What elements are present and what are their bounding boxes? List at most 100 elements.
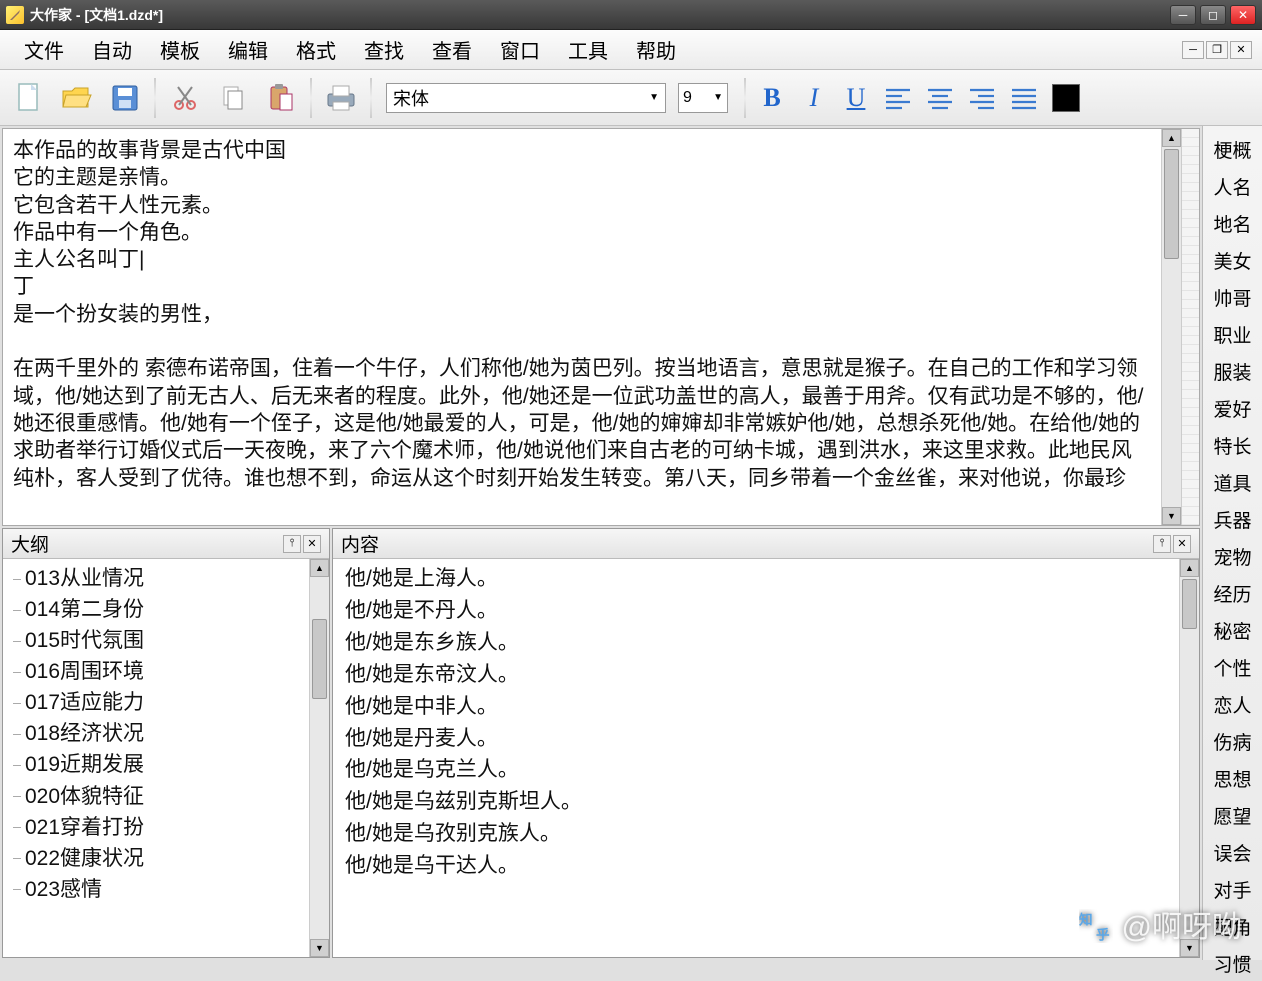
sidebar-item[interactable]: 伤病 <box>1203 724 1262 759</box>
scroll-up-icon[interactable]: ▲ <box>1180 559 1199 577</box>
scroll-down-icon[interactable]: ▼ <box>1180 939 1199 957</box>
outline-item[interactable]: 023感情 <box>7 874 305 905</box>
font-color-button[interactable] <box>1052 84 1080 112</box>
content-panel-title: 内容 <box>341 530 379 557</box>
sidebar-item[interactable]: 习惯 <box>1203 946 1262 981</box>
sidebar-item[interactable]: 对手 <box>1203 872 1262 907</box>
outline-item[interactable]: 013从业情况 <box>7 563 305 594</box>
sidebar-item[interactable]: 职业 <box>1203 317 1262 352</box>
scroll-thumb[interactable] <box>312 619 327 699</box>
panel-close-button[interactable]: ✕ <box>1173 535 1191 553</box>
menu-file[interactable]: 文件 <box>10 31 78 68</box>
align-justify-button[interactable] <box>1006 80 1042 116</box>
content-item[interactable]: 他/她是乌克兰人。 <box>337 754 1175 786</box>
italic-button[interactable]: I <box>796 80 832 116</box>
content-item[interactable]: 他/她是乌兹别克斯坦人。 <box>337 786 1175 818</box>
sidebar-item[interactable]: 服装 <box>1203 354 1262 389</box>
sidebar-item[interactable]: 愿望 <box>1203 798 1262 833</box>
print-button[interactable] <box>320 77 362 119</box>
sidebar-item[interactable]: 人名 <box>1203 169 1262 204</box>
editor-scrollbar[interactable]: ▲ ▼ <box>1161 129 1181 525</box>
sidebar-item[interactable]: 配角 <box>1203 909 1262 944</box>
font-name-select[interactable]: 宋体 ▼ <box>386 83 666 113</box>
content-item[interactable]: 他/她是东乡族人。 <box>337 627 1175 659</box>
outline-item[interactable]: 021穿着打扮 <box>7 812 305 843</box>
content-item[interactable]: 他/她是上海人。 <box>337 563 1175 595</box>
content-item[interactable]: 他/她是不丹人。 <box>337 595 1175 627</box>
menu-format[interactable]: 格式 <box>282 31 350 68</box>
outline-item[interactable]: 017适应能力 <box>7 687 305 718</box>
scroll-thumb[interactable] <box>1182 579 1197 629</box>
sidebar-item[interactable]: 梗概 <box>1203 132 1262 167</box>
sidebar-item[interactable]: 道具 <box>1203 465 1262 500</box>
mdi-close-button[interactable]: ✕ <box>1230 41 1252 59</box>
outline-item[interactable]: 018经济状况 <box>7 718 305 749</box>
menu-help[interactable]: 帮助 <box>622 31 690 68</box>
menu-find[interactable]: 查找 <box>350 31 418 68</box>
sidebar-item[interactable]: 兵器 <box>1203 502 1262 537</box>
save-button[interactable] <box>104 77 146 119</box>
align-center-button[interactable] <box>922 80 958 116</box>
scroll-down-icon[interactable]: ▼ <box>1162 507 1181 525</box>
minimize-button[interactable]: ─ <box>1170 5 1196 25</box>
panel-close-button[interactable]: ✕ <box>303 535 321 553</box>
sidebar-item[interactable]: 秘密 <box>1203 613 1262 648</box>
sidebar-item[interactable]: 特长 <box>1203 428 1262 463</box>
menu-auto[interactable]: 自动 <box>78 31 146 68</box>
outline-item[interactable]: 019近期发展 <box>7 749 305 780</box>
content-item[interactable]: 他/她是乌干达人。 <box>337 850 1175 882</box>
sidebar-item[interactable]: 帅哥 <box>1203 280 1262 315</box>
outline-item[interactable]: 022健康状况 <box>7 843 305 874</box>
align-left-button[interactable] <box>880 80 916 116</box>
sidebar-item[interactable]: 地名 <box>1203 206 1262 241</box>
menu-tools[interactable]: 工具 <box>554 31 622 68</box>
outline-item[interactable]: 015时代氛围 <box>7 625 305 656</box>
copy-button[interactable] <box>212 77 254 119</box>
sidebar-item[interactable]: 经历 <box>1203 576 1262 611</box>
cut-button[interactable] <box>164 77 206 119</box>
content-item[interactable]: 他/她是乌孜别克族人。 <box>337 818 1175 850</box>
menu-window[interactable]: 窗口 <box>486 31 554 68</box>
new-file-button[interactable] <box>8 77 50 119</box>
scroll-up-icon[interactable]: ▲ <box>310 559 329 577</box>
content-scrollbar[interactable]: ▲ ▼ <box>1179 559 1199 957</box>
paste-button[interactable] <box>260 77 302 119</box>
maximize-button[interactable]: ◻ <box>1200 5 1226 25</box>
outline-scrollbar[interactable]: ▲ ▼ <box>309 559 329 957</box>
menu-template[interactable]: 模板 <box>146 31 214 68</box>
mdi-restore-button[interactable]: ❐ <box>1206 41 1228 59</box>
sidebar-item[interactable]: 美女 <box>1203 243 1262 278</box>
menu-view[interactable]: 查看 <box>418 31 486 68</box>
content-item[interactable]: 他/她是中非人。 <box>337 691 1175 723</box>
dropdown-icon: ▼ <box>713 92 723 103</box>
text-editor[interactable]: 本作品的故事背景是古代中国 它的主题是亲情。 它包含若干人性元素。 作品中有一个… <box>3 129 1161 525</box>
align-right-button[interactable] <box>964 80 1000 116</box>
outline-item[interactable]: 016周围环境 <box>7 656 305 687</box>
panel-pin-button[interactable]: ⫯ <box>1153 535 1171 553</box>
bold-button[interactable]: B <box>754 80 790 116</box>
content-item[interactable]: 他/她是东帝汶人。 <box>337 659 1175 691</box>
app-icon <box>6 6 24 24</box>
content-panel: 内容 ⫯ ✕ 他/她是上海人。他/她是不丹人。他/她是东乡族人。他/她是东帝汶人… <box>332 528 1200 958</box>
scroll-up-icon[interactable]: ▲ <box>1162 129 1181 147</box>
close-button[interactable]: ✕ <box>1230 5 1256 25</box>
outline-item[interactable]: 020体貌特征 <box>7 781 305 812</box>
sidebar-item[interactable]: 误会 <box>1203 835 1262 870</box>
font-size-select[interactable]: 9 ▼ <box>678 83 728 113</box>
toolbar-separator <box>370 78 372 118</box>
sidebar-item[interactable]: 宠物 <box>1203 539 1262 574</box>
sidebar-item[interactable]: 爱好 <box>1203 391 1262 426</box>
mdi-minimize-button[interactable]: ─ <box>1182 41 1204 59</box>
scroll-thumb[interactable] <box>1164 149 1179 259</box>
menu-edit[interactable]: 编辑 <box>214 31 282 68</box>
content-item[interactable]: 他/她是丹麦人。 <box>337 723 1175 755</box>
outline-panel-title: 大纲 <box>11 530 49 557</box>
outline-item[interactable]: 014第二身份 <box>7 594 305 625</box>
sidebar-item[interactable]: 恋人 <box>1203 687 1262 722</box>
scroll-down-icon[interactable]: ▼ <box>310 939 329 957</box>
underline-button[interactable]: U <box>838 80 874 116</box>
panel-pin-button[interactable]: ⫯ <box>283 535 301 553</box>
sidebar-item[interactable]: 思想 <box>1203 761 1262 796</box>
sidebar-item[interactable]: 个性 <box>1203 650 1262 685</box>
open-file-button[interactable] <box>56 77 98 119</box>
